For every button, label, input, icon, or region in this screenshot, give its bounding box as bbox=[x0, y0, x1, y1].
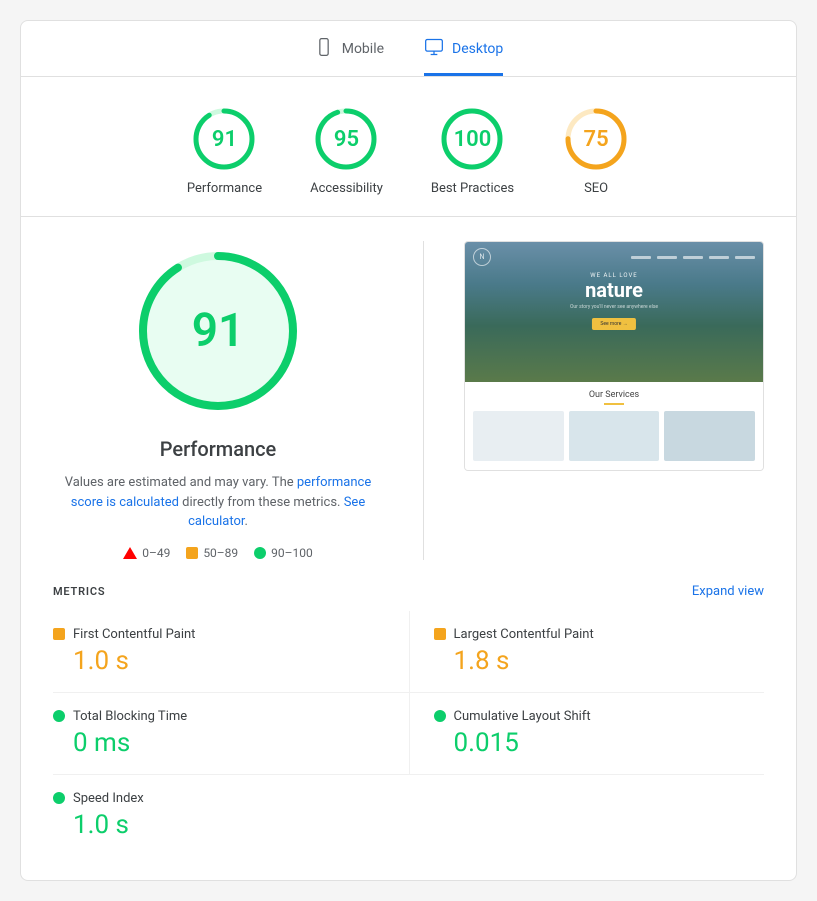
score-label-seo: SEO bbox=[584, 181, 608, 196]
tab-bar: Mobile Desktop bbox=[21, 21, 796, 77]
metric-si: Speed Index 1.0 s bbox=[53, 775, 409, 856]
metric-si-header: Speed Index bbox=[53, 791, 385, 806]
score-item-accessibility[interactable]: 95 Accessibility bbox=[310, 105, 383, 196]
desc-text-2: directly from these metrics. bbox=[182, 495, 340, 510]
hero-small-text: we all love bbox=[570, 272, 658, 279]
nav-link-2 bbox=[657, 256, 677, 259]
cls-name: Cumulative Layout Shift bbox=[454, 709, 591, 724]
tab-desktop-label: Desktop bbox=[452, 41, 503, 57]
metric-cls-header: Cumulative Layout Shift bbox=[434, 709, 765, 724]
preview-card-3 bbox=[664, 411, 755, 461]
metric-cls: Cumulative Layout Shift 0.015 bbox=[409, 693, 765, 775]
score-value-accessibility: 95 bbox=[334, 127, 359, 152]
nav-link-5 bbox=[735, 256, 755, 259]
tbt-name: Total Blocking Time bbox=[73, 709, 187, 724]
metric-lcp: Largest Contentful Paint 1.8 s bbox=[409, 611, 765, 693]
tab-mobile-label: Mobile bbox=[342, 41, 384, 57]
hero-sub-text: Our story you'll never see anywhere else bbox=[570, 304, 658, 310]
preview-card-2 bbox=[569, 411, 660, 461]
score-overview: 91 Performance 95 Accessibility 10 bbox=[21, 77, 796, 217]
preview-hero: N we all love nature Our sto bbox=[465, 242, 763, 382]
preview-nav: N bbox=[465, 242, 763, 272]
big-score-value: 91 bbox=[192, 304, 245, 358]
score-circle-best-practices: 100 bbox=[438, 105, 506, 173]
expand-view-button[interactable]: Expand view bbox=[692, 584, 764, 599]
legend-average: 50–89 bbox=[186, 546, 238, 560]
fail-range: 0–49 bbox=[142, 546, 170, 560]
legend-fail: 0–49 bbox=[123, 546, 170, 560]
score-item-best-practices[interactable]: 100 Best Practices bbox=[431, 105, 514, 196]
content-area: 91 Performance Values are estimated and … bbox=[21, 217, 796, 584]
fail-icon bbox=[123, 547, 137, 559]
right-panel: N we all love nature Our sto bbox=[464, 241, 764, 560]
metrics-header: METRICS Expand view bbox=[53, 584, 764, 599]
lcp-indicator bbox=[434, 628, 446, 640]
metric-lcp-header: Largest Contentful Paint bbox=[434, 627, 765, 642]
average-icon bbox=[186, 547, 198, 559]
score-item-performance[interactable]: 91 Performance bbox=[187, 105, 262, 196]
metric-fcp-header: First Contentful Paint bbox=[53, 627, 385, 642]
score-label-accessibility: Accessibility bbox=[310, 181, 383, 196]
main-container: Mobile Desktop 91 Performa bbox=[20, 20, 797, 881]
tbt-value: 0 ms bbox=[53, 728, 385, 758]
fcp-indicator bbox=[53, 628, 65, 640]
fcp-name: First Contentful Paint bbox=[73, 627, 195, 642]
hero-large-text: nature bbox=[570, 279, 658, 301]
desc-text-1: Values are estimated and may vary. The bbox=[65, 475, 294, 490]
pass-icon bbox=[254, 547, 266, 559]
cls-indicator bbox=[434, 710, 446, 722]
tab-desktop[interactable]: Desktop bbox=[424, 37, 503, 76]
tbt-indicator bbox=[53, 710, 65, 722]
metric-fcp: First Contentful Paint 1.0 s bbox=[53, 611, 409, 693]
lcp-value: 1.8 s bbox=[434, 646, 765, 676]
services-title: Our Services bbox=[473, 390, 755, 400]
cls-value: 0.015 bbox=[434, 728, 765, 758]
panel-divider bbox=[423, 241, 424, 560]
services-underline bbox=[604, 403, 624, 405]
desktop-icon bbox=[424, 37, 444, 61]
tab-mobile[interactable]: Mobile bbox=[314, 37, 384, 76]
left-panel: 91 Performance Values are estimated and … bbox=[53, 241, 383, 560]
preview-cta-button: See more → bbox=[592, 318, 635, 330]
score-value-seo: 75 bbox=[584, 127, 609, 152]
perf-description: Values are estimated and may vary. The p… bbox=[58, 473, 378, 532]
nav-link-3 bbox=[683, 256, 703, 259]
si-name: Speed Index bbox=[73, 791, 144, 806]
preview-nav-links bbox=[631, 256, 755, 259]
performance-title: Performance bbox=[160, 437, 277, 461]
metrics-grid: First Contentful Paint 1.0 s Largest Con… bbox=[53, 611, 764, 856]
nav-link-1 bbox=[631, 256, 651, 259]
metric-tbt: Total Blocking Time 0 ms bbox=[53, 693, 409, 775]
score-item-seo[interactable]: 75 SEO bbox=[562, 105, 630, 196]
nav-link-4 bbox=[709, 256, 729, 259]
score-circle-seo: 75 bbox=[562, 105, 630, 173]
score-value-performance: 91 bbox=[212, 127, 237, 152]
legend: 0–49 50–89 90–100 bbox=[123, 546, 313, 560]
score-label-best-practices: Best Practices bbox=[431, 181, 514, 196]
preview-cards bbox=[473, 411, 755, 461]
fcp-value: 1.0 s bbox=[53, 646, 385, 676]
si-value: 1.0 s bbox=[53, 810, 385, 840]
preview-hero-text: we all love nature Our story you'll neve… bbox=[570, 272, 658, 330]
score-value-best-practices: 100 bbox=[454, 127, 492, 152]
legend-pass: 90–100 bbox=[254, 546, 313, 560]
metric-tbt-header: Total Blocking Time bbox=[53, 709, 385, 724]
website-preview: N we all love nature Our sto bbox=[464, 241, 764, 471]
average-range: 50–89 bbox=[203, 546, 238, 560]
score-circle-accessibility: 95 bbox=[312, 105, 380, 173]
metrics-title: METRICS bbox=[53, 585, 105, 598]
pass-range: 90–100 bbox=[271, 546, 313, 560]
score-label-performance: Performance bbox=[187, 181, 262, 196]
score-circle-performance: 91 bbox=[190, 105, 258, 173]
mobile-icon bbox=[314, 37, 334, 61]
preview-bottom: Our Services bbox=[465, 382, 763, 471]
preview-card-1 bbox=[473, 411, 564, 461]
si-indicator bbox=[53, 792, 65, 804]
preview-logo: N bbox=[473, 248, 491, 266]
lcp-name: Largest Contentful Paint bbox=[454, 627, 594, 642]
big-score-container: 91 bbox=[128, 241, 308, 421]
metrics-section: METRICS Expand view First Contentful Pai… bbox=[21, 584, 796, 880]
